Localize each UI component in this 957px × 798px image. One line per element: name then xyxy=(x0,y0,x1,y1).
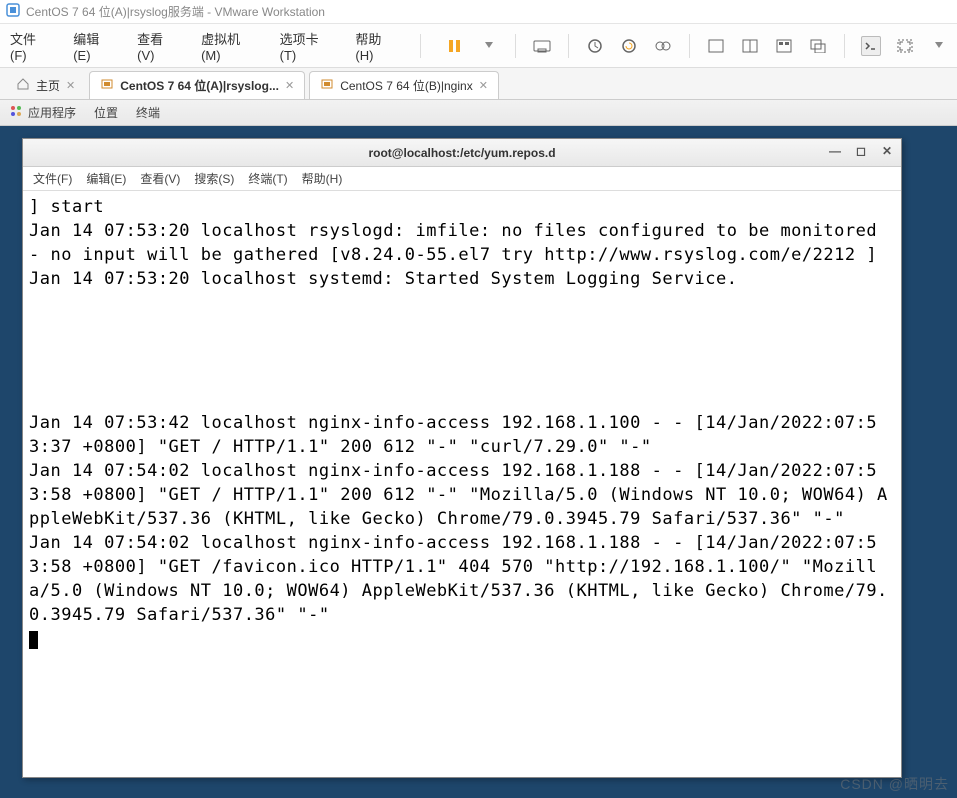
terminal-menubar: 文件(F) 编辑(E) 查看(V) 搜索(S) 终端(T) 帮助(H) xyxy=(23,167,901,191)
terminal-output[interactable]: ] start Jan 14 07:53:20 localhost rsyslo… xyxy=(23,191,901,777)
vmware-window-title: CentOS 7 64 位(A)|rsyslog服务端 - VMware Wor… xyxy=(26,3,325,20)
terminal-window: root@localhost:/etc/yum.repos.d — ◻ ✕ 文件… xyxy=(22,138,902,778)
menu-tabs[interactable]: 选项卡(T) xyxy=(278,25,336,67)
tab-vm-b[interactable]: CentOS 7 64 位(B)|nginx ✕ xyxy=(309,71,499,99)
guest-places-menu[interactable]: 位置 xyxy=(94,104,118,121)
toolbar-divider5 xyxy=(844,34,845,58)
terminal-maximize-icon[interactable]: ◻ xyxy=(853,143,869,159)
vmware-logo-icon xyxy=(6,3,20,20)
term-menu-search[interactable]: 搜索(S) xyxy=(194,170,234,187)
send-ctrl-alt-del-icon[interactable] xyxy=(532,36,552,56)
vmware-toolbar xyxy=(445,34,949,58)
vmware-menubar: 文件(F) 编辑(E) 查看(V) 虚拟机(M) 选项卡(T) 帮助(H) xyxy=(0,24,957,68)
tab-vm-a-close-icon[interactable]: ✕ xyxy=(285,79,294,92)
terminal-close-icon[interactable]: ✕ xyxy=(879,143,895,159)
dropdown-icon[interactable] xyxy=(479,36,499,56)
fullscreen-dropdown-icon[interactable] xyxy=(929,36,949,56)
term-menu-edit[interactable]: 编辑(E) xyxy=(86,170,126,187)
terminal-minimize-icon[interactable]: — xyxy=(827,143,843,159)
menu-edit[interactable]: 编辑(E) xyxy=(71,25,117,67)
tab-vm-b-label: CentOS 7 64 位(B)|nginx xyxy=(340,77,473,94)
vmware-tabbar: 主页 ✕ CentOS 7 64 位(A)|rsyslog... ✕ CentO… xyxy=(0,68,957,100)
vm-icon xyxy=(100,77,114,94)
vm-icon xyxy=(320,77,334,94)
toolbar-divider2 xyxy=(515,34,516,58)
guest-applications-label: 应用程序 xyxy=(28,104,76,121)
fullscreen-icon[interactable] xyxy=(895,36,915,56)
snapshot-revert-icon[interactable] xyxy=(619,36,639,56)
apps-icon xyxy=(10,105,22,120)
menu-view[interactable]: 查看(V) xyxy=(135,25,181,67)
tab-home-close-icon[interactable]: ✕ xyxy=(66,79,75,92)
term-menu-view[interactable]: 查看(V) xyxy=(140,170,180,187)
view-thumbnail-icon[interactable] xyxy=(774,36,794,56)
guest-applications-menu[interactable]: 应用程序 xyxy=(10,104,76,121)
home-icon xyxy=(16,77,30,94)
vmware-titlebar: CentOS 7 64 位(A)|rsyslog服务端 - VMware Wor… xyxy=(0,0,957,24)
terminal-cursor xyxy=(29,631,38,649)
term-menu-help[interactable]: 帮助(H) xyxy=(302,170,343,187)
view-single-icon[interactable] xyxy=(706,36,726,56)
tab-vm-b-close-icon[interactable]: ✕ xyxy=(479,79,488,92)
term-menu-file[interactable]: 文件(F) xyxy=(33,170,72,187)
tab-home-label: 主页 xyxy=(36,77,60,94)
tab-home[interactable]: 主页 ✕ xyxy=(6,71,85,99)
pause-icon[interactable] xyxy=(445,36,465,56)
unity-icon[interactable] xyxy=(808,36,828,56)
snapshot-icon[interactable] xyxy=(585,36,605,56)
tab-vm-a-label: CentOS 7 64 位(A)|rsyslog... xyxy=(120,77,279,94)
terminal-title: root@localhost:/etc/yum.repos.d xyxy=(368,146,555,160)
term-menu-terminal[interactable]: 终端(T) xyxy=(248,170,287,187)
view-split-icon[interactable] xyxy=(740,36,760,56)
menu-vm[interactable]: 虚拟机(M) xyxy=(199,25,260,67)
toolbar-divider3 xyxy=(568,34,569,58)
toolbar-divider xyxy=(420,34,421,58)
snapshot-manager-icon[interactable] xyxy=(653,36,673,56)
terminal-titlebar[interactable]: root@localhost:/etc/yum.repos.d — ◻ ✕ xyxy=(23,139,901,167)
guest-desktop: root@localhost:/etc/yum.repos.d — ◻ ✕ 文件… xyxy=(0,126,957,798)
menu-help[interactable]: 帮助(H) xyxy=(353,25,400,67)
menu-file[interactable]: 文件(F) xyxy=(8,25,53,67)
guest-terminal-menu[interactable]: 终端 xyxy=(136,104,160,121)
tab-vm-a[interactable]: CentOS 7 64 位(A)|rsyslog... ✕ xyxy=(89,71,305,99)
guest-top-panel: 应用程序 位置 终端 xyxy=(0,100,957,126)
watermark: CSDN @晒明去 xyxy=(840,774,949,794)
console-icon[interactable] xyxy=(861,36,881,56)
toolbar-divider4 xyxy=(689,34,690,58)
